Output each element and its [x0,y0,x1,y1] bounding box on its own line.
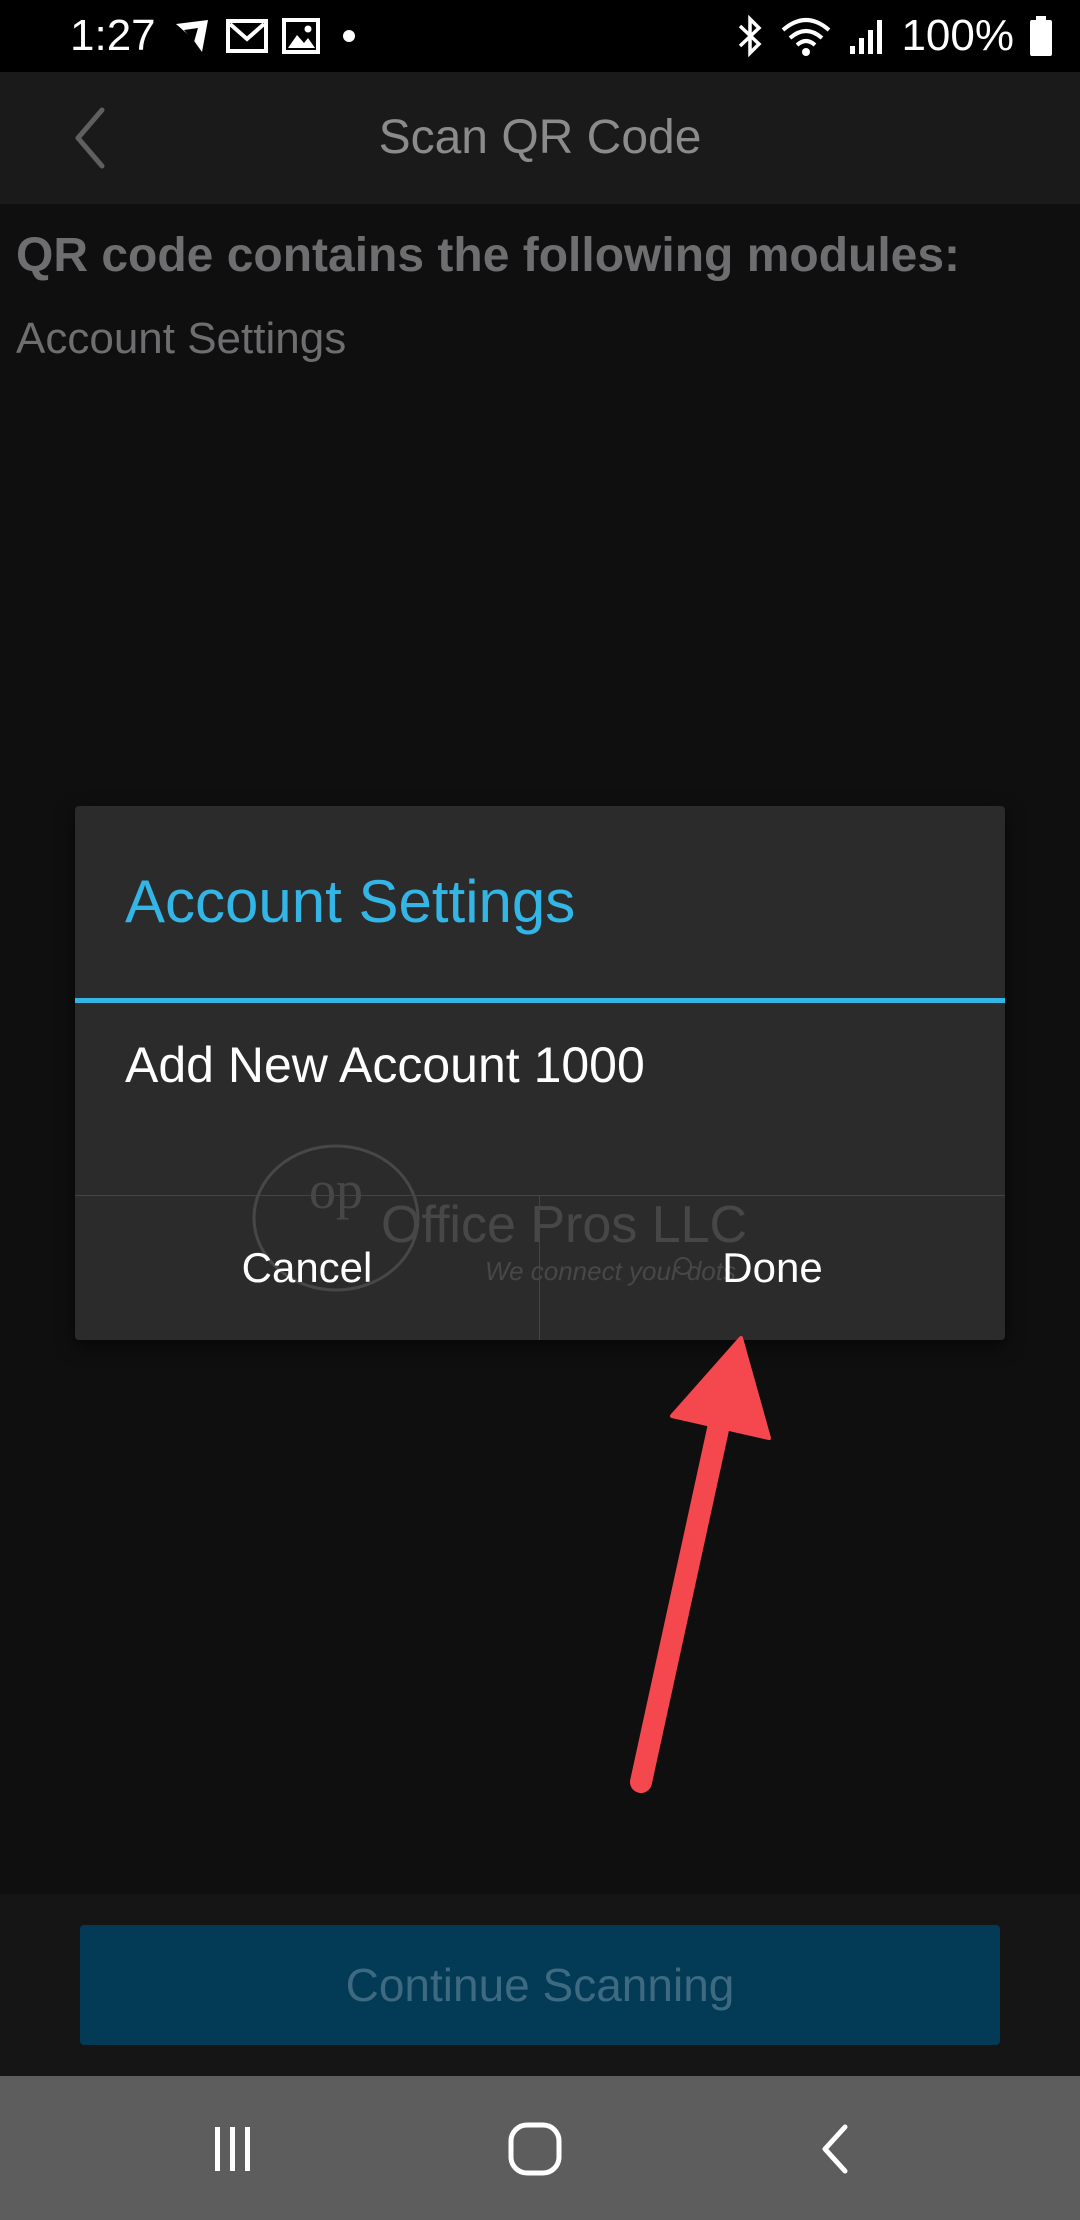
status-bar: 1:27 100% [0,0,1080,72]
battery-percent: 100% [901,11,1014,60]
modules-heading: QR code contains the following modules: [16,229,961,282]
account-settings-dialog: Account Settings Add New Account 1000 op… [75,806,1005,1340]
status-icons-right: 100% [735,8,1054,64]
signal-icon [850,20,883,54]
dialog-title-divider [75,998,1005,1003]
navigation-bar [0,2076,1080,2220]
gmail-icon [226,19,268,53]
gallery-icon [282,18,320,54]
list-item: Account Settings [16,314,347,363]
dot-icon [343,30,355,42]
chevron-left-icon [75,107,105,169]
back-button[interactable] [56,100,132,176]
page-title: Scan QR Code [378,111,702,164]
vpn-icon [176,20,208,52]
status-time: 1:27 [70,11,156,60]
home-icon [508,2122,562,2176]
dialog-message: Add New Account 1000 [125,1037,645,1093]
back-icon [822,2124,848,2174]
app-bar: Scan QR Code [0,72,1080,204]
status-icons-left [172,14,364,58]
continue-scanning-button[interactable]: Continue Scanning [80,1925,1000,2045]
wifi-icon [782,18,831,56]
annotation-arrow-icon [630,1336,771,1793]
cancel-button[interactable]: Cancel [75,1196,539,1340]
home-button[interactable] [490,2104,580,2194]
battery-icon [1030,16,1052,56]
recent-apps-button[interactable] [188,2104,278,2194]
dialog-title: Account Settings [125,868,576,935]
screen: 1:27 100% Scan QR Code QR code contains … [0,0,1080,2220]
done-button[interactable]: Done [540,1196,1005,1340]
recent-apps-icon [215,2127,250,2171]
system-back-button[interactable] [792,2104,882,2194]
bluetooth-icon [739,14,762,58]
